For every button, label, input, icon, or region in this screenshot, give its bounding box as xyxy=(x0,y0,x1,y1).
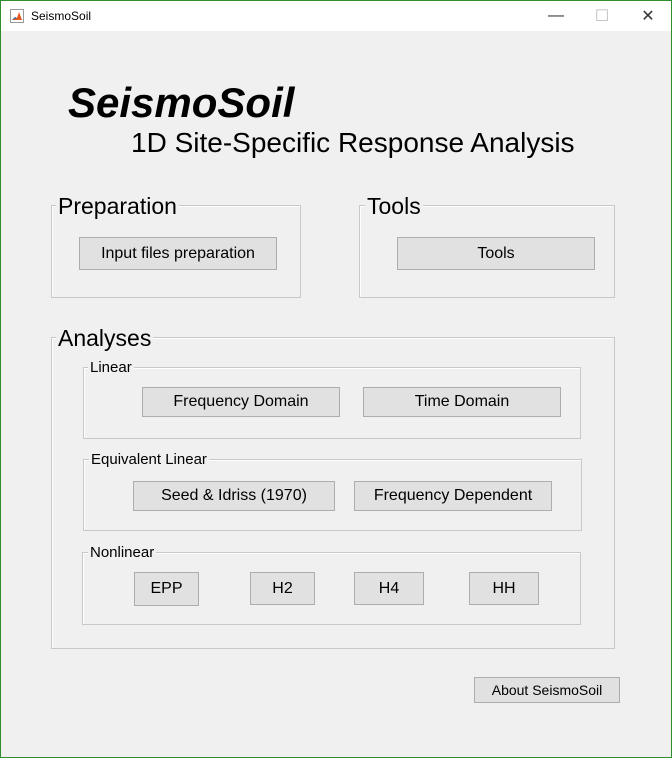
hh-button[interactable]: HH xyxy=(469,572,539,605)
epp-button[interactable]: EPP xyxy=(134,572,199,606)
time-domain-button[interactable]: Time Domain xyxy=(363,387,561,417)
nonlinear-group: Nonlinear EPP H2 H4 HH xyxy=(82,544,581,625)
equivalent-linear-title: Equivalent Linear xyxy=(89,451,209,469)
maximize-icon: ☐ xyxy=(594,8,610,25)
tools-title: Tools xyxy=(365,193,423,219)
nonlinear-title: Nonlinear xyxy=(88,544,157,562)
h4-button[interactable]: H4 xyxy=(354,572,424,605)
input-files-preparation-button[interactable]: Input files preparation xyxy=(79,237,277,270)
close-icon: ✕ xyxy=(641,8,655,25)
preparation-title: Preparation xyxy=(56,193,179,219)
h2-button[interactable]: H2 xyxy=(250,572,315,605)
close-button[interactable]: ✕ xyxy=(625,1,671,31)
minimize-icon: — xyxy=(548,7,564,24)
analyses-title: Analyses xyxy=(56,325,154,351)
frequency-domain-button[interactable]: Frequency Domain xyxy=(142,387,340,417)
equivalent-linear-group: Equivalent Linear Seed & Idriss (1970) F… xyxy=(83,451,582,531)
tools-button[interactable]: Tools xyxy=(397,237,595,270)
linear-group: Linear Frequency Domain Time Domain xyxy=(83,359,581,439)
app-window: SeismoSoil — ☐ ✕ SeismoSoil 1D Site-Spec… xyxy=(0,0,672,758)
analyses-panel: Analyses Linear Frequency Domain Time Do… xyxy=(51,325,615,649)
tools-panel: Tools Tools xyxy=(359,193,615,298)
title-bar: SeismoSoil — ☐ ✕ xyxy=(1,1,671,31)
frequency-dependent-button[interactable]: Frequency Dependent xyxy=(354,481,552,511)
maximize-button[interactable]: ☐ xyxy=(579,1,625,31)
matlab-icon xyxy=(10,9,24,23)
linear-title: Linear xyxy=(88,359,134,377)
window-title: SeismoSoil xyxy=(31,9,92,23)
app-name-heading: SeismoSoil xyxy=(68,79,295,126)
seed-idriss-button[interactable]: Seed & Idriss (1970) xyxy=(133,481,335,511)
app-subtitle: 1D Site-Specific Response Analysis xyxy=(131,127,575,158)
about-button[interactable]: About SeismoSoil xyxy=(474,677,620,703)
minimize-button[interactable]: — xyxy=(533,1,579,31)
preparation-panel: Preparation Input files preparation xyxy=(51,193,301,298)
